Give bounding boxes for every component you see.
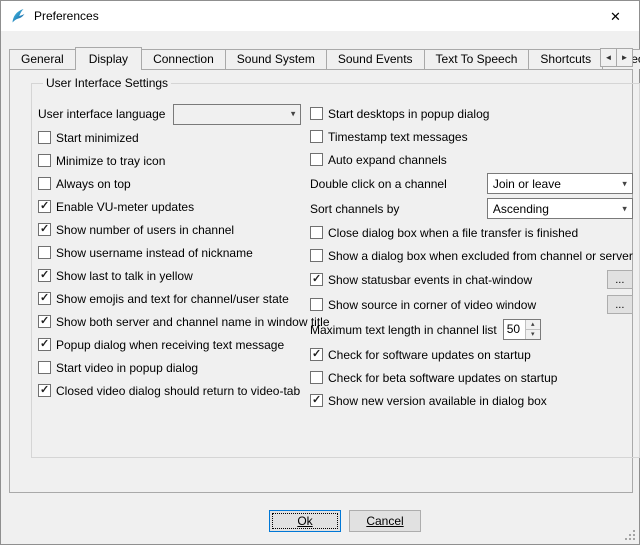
right-column: Start desktops in popup dialog Timestamp… <box>310 102 633 412</box>
checkbox-last-talk-yellow[interactable]: Show last to talk in yellow <box>38 264 310 287</box>
checkbox-start-minimized[interactable]: Start minimized <box>38 126 310 149</box>
left-column: User interface language ▾ Start minimize… <box>38 102 310 412</box>
checkbox-box[interactable] <box>38 269 51 282</box>
checkbox-box[interactable] <box>310 371 323 384</box>
checkbox-excluded-dialog[interactable]: Show a dialog box when excluded from cha… <box>310 244 633 267</box>
checkbox-statusbar-events[interactable] <box>310 273 323 286</box>
checkbox-emojis-text-state[interactable]: Show emojis and text for channel/user st… <box>38 287 310 310</box>
spin-up-icon[interactable]: ▴ <box>526 320 540 330</box>
checkbox-box[interactable] <box>38 338 51 351</box>
checkbox-always-on-top[interactable]: Always on top <box>38 172 310 195</box>
tab-bar: General Display Connection Sound System … <box>9 46 633 69</box>
spinner-buttons: ▴ ▾ <box>525 320 540 339</box>
checkbox-box[interactable] <box>310 107 323 120</box>
sort-channels-combo[interactable]: Ascending ▾ <box>487 198 633 219</box>
checkbox-box[interactable] <box>38 361 51 374</box>
checkbox-server-channel-window-title[interactable]: Show both server and channel name in win… <box>38 310 310 333</box>
language-row: User interface language ▾ <box>38 102 310 126</box>
checkbox-box[interactable] <box>310 348 323 361</box>
checkbox-username-instead-nickname[interactable]: Show username instead of nickname <box>38 241 310 264</box>
checkbox-box[interactable] <box>38 200 51 213</box>
checkbox-closed-video-return-tab[interactable]: Closed video dialog should return to vid… <box>38 379 310 402</box>
preferences-window: Preferences ✕ General Display Connection… <box>0 0 640 545</box>
checkbox-box[interactable] <box>38 154 51 167</box>
checkbox-box[interactable] <box>310 130 323 143</box>
checkbox-box[interactable] <box>38 246 51 259</box>
tab-shortcuts[interactable]: Shortcuts <box>528 49 603 69</box>
checkbox-video-source-corner[interactable] <box>310 298 323 311</box>
tab-scroll-buttons: ◄ ► <box>600 48 633 67</box>
checkbox-box[interactable] <box>38 177 51 190</box>
double-click-label: Double click on a channel <box>310 177 447 191</box>
checkbox-box[interactable] <box>38 315 51 328</box>
chevron-down-icon: ▾ <box>291 109 296 120</box>
tab-scroll-left-icon[interactable]: ◄ <box>600 48 617 67</box>
checkbox-box[interactable] <box>38 131 51 144</box>
tab-scroll-right-icon[interactable]: ► <box>616 48 633 67</box>
chevron-down-icon: ▾ <box>622 203 627 214</box>
group-title: User Interface Settings <box>43 76 171 90</box>
tab-text-to-speech[interactable]: Text To Speech <box>424 49 530 69</box>
sort-channels-label: Sort channels by <box>310 202 399 216</box>
tab-widget: General Display Connection Sound System … <box>9 46 633 493</box>
tab-display[interactable]: Display <box>75 47 142 70</box>
video-source-options-button[interactable]: ... <box>607 295 633 314</box>
tab-connection[interactable]: Connection <box>141 49 226 69</box>
checkbox-new-version-dialog[interactable]: Show new version available in dialog box <box>310 389 633 412</box>
checkbox-box[interactable] <box>310 153 323 166</box>
checkbox-beta-updates[interactable]: Check for beta software updates on start… <box>310 366 633 389</box>
checkbox-show-user-count[interactable]: Show number of users in channel <box>38 218 310 241</box>
user-interface-settings-group: User Interface Settings User interface l… <box>31 76 640 458</box>
checkbox-software-updates[interactable]: Check for software updates on startup <box>310 343 633 366</box>
app-icon <box>10 8 26 24</box>
double-click-row: Double click on a channel Join or leave … <box>310 171 633 196</box>
checkbox-box[interactable] <box>38 384 51 397</box>
checkbox-box[interactable] <box>310 226 323 239</box>
double-click-combo[interactable]: Join or leave ▾ <box>487 173 633 194</box>
checkbox-close-file-transfer[interactable]: Close dialog box when a file transfer is… <box>310 221 633 244</box>
close-button[interactable]: ✕ <box>593 2 638 31</box>
language-combo[interactable]: ▾ <box>173 104 301 125</box>
tab-sound-system[interactable]: Sound System <box>225 49 327 69</box>
language-label: User interface language <box>38 107 165 121</box>
checkbox-desktops-popup[interactable]: Start desktops in popup dialog <box>310 102 633 125</box>
checkbox-box[interactable] <box>310 394 323 407</box>
checkbox-vu-meter-updates[interactable]: Enable VU-meter updates <box>38 195 310 218</box>
spin-down-icon[interactable]: ▾ <box>526 330 540 340</box>
checkbox-minimize-to-tray[interactable]: Minimize to tray icon <box>38 149 310 172</box>
tab-sound-events[interactable]: Sound Events <box>326 49 425 69</box>
ok-button[interactable]: Ok <box>269 510 341 532</box>
checkbox-box[interactable] <box>310 249 323 262</box>
checkbox-start-video-popup[interactable]: Start video in popup dialog <box>38 356 310 379</box>
sort-channels-row: Sort channels by Ascending ▾ <box>310 196 633 221</box>
max-text-length-row: Maximum text length in channel list 50 ▴… <box>310 317 633 342</box>
max-text-length-label: Maximum text length in channel list <box>310 323 497 337</box>
statusbar-events-row: Show statusbar events in chat-window ... <box>310 267 633 292</box>
window-title: Preferences <box>34 9 99 23</box>
checkbox-timestamp-messages[interactable]: Timestamp text messages <box>310 125 633 148</box>
statusbar-events-options-button[interactable]: ... <box>607 270 633 289</box>
resize-grip[interactable] <box>625 530 636 541</box>
cancel-button[interactable]: Cancel <box>349 510 421 532</box>
titlebar[interactable]: Preferences ✕ <box>1 1 639 31</box>
checkbox-box[interactable] <box>38 292 51 305</box>
max-text-length-spinner[interactable]: 50 ▴ ▾ <box>503 319 541 340</box>
display-tab-panel: User Interface Settings User interface l… <box>9 69 633 493</box>
chevron-down-icon: ▾ <box>622 178 627 189</box>
checkbox-auto-expand-channels[interactable]: Auto expand channels <box>310 148 633 171</box>
checkbox-box[interactable] <box>38 223 51 236</box>
video-source-row: Show source in corner of video window ..… <box>310 292 633 317</box>
checkbox-popup-text-message[interactable]: Popup dialog when receiving text message <box>38 333 310 356</box>
tab-general[interactable]: General <box>9 49 76 69</box>
